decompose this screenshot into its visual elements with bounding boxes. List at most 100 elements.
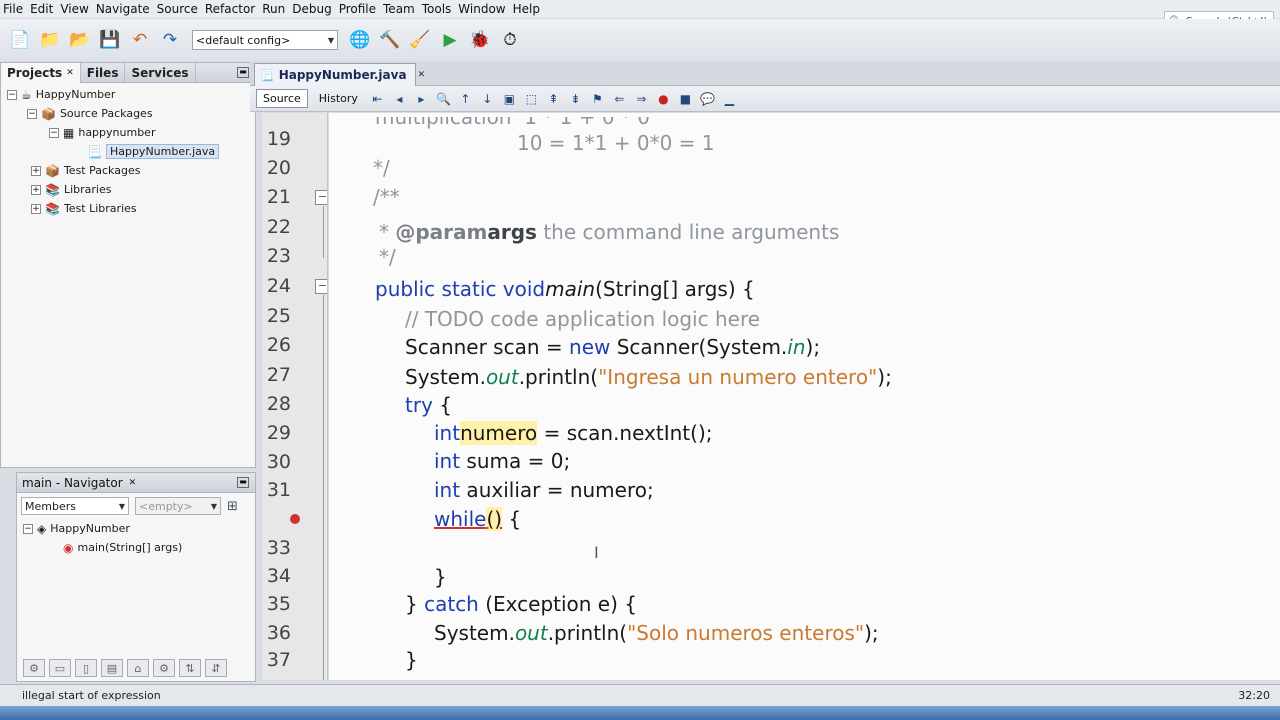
previous-bookmark-icon[interactable]: ⇞	[545, 90, 562, 107]
undo-icon[interactable]: ↶	[128, 28, 152, 52]
collapse-icon[interactable]: −	[7, 89, 17, 100]
java-file-icon: 📃	[87, 144, 102, 159]
tree-item[interactable]: − ☕ HappyNumber	[1, 85, 255, 104]
inherited-icon[interactable]: ▤	[101, 659, 123, 677]
close-icon[interactable]: ✕	[418, 70, 426, 80]
toggle-highlight-icon[interactable]: ▣	[501, 90, 518, 107]
menu-help[interactable]: Help	[510, 2, 543, 16]
menu-tools[interactable]: Tools	[419, 2, 455, 16]
menu-source[interactable]: Source	[154, 2, 201, 16]
find-icon[interactable]: 🔍	[435, 90, 452, 107]
fold-guide	[323, 206, 324, 258]
menu-refactor[interactable]: Refactor	[202, 2, 258, 16]
fold-toggle-icon[interactable]: −	[315, 279, 327, 294]
filter-select[interactable]: <empty> ▼	[135, 497, 221, 515]
close-icon[interactable]: ✕	[129, 478, 137, 488]
shift-right-icon[interactable]: ⇒	[633, 90, 650, 107]
editor-tab-happynumber[interactable]: 📃 HappyNumber.java ✕	[254, 63, 425, 86]
navigator-item[interactable]: ◉ main(String[] args)	[17, 538, 255, 557]
tree-item[interactable]: + 📚 Test Libraries	[1, 199, 255, 218]
globe-icon[interactable]: 🌐	[348, 28, 372, 52]
clean-build-icon[interactable]: 🧹	[408, 28, 432, 52]
os-taskbar	[0, 706, 1280, 720]
settings-icon[interactable]: ⚙	[153, 659, 175, 677]
line-number: 19	[266, 128, 291, 150]
fqn-icon[interactable]: ⌂	[127, 659, 149, 677]
line-number: 26	[266, 334, 291, 356]
menu-navigate[interactable]: Navigate	[93, 2, 153, 16]
sort-alpha-icon[interactable]: ⇵	[205, 659, 227, 677]
new-file-icon[interactable]: 📄	[8, 28, 32, 52]
menu-profile[interactable]: Profile	[336, 2, 379, 16]
source-button[interactable]: Source	[256, 89, 308, 108]
minimize-icon[interactable]: ▬	[237, 67, 249, 78]
code-line: // TODO code application logic here	[405, 307, 761, 331]
uncomment-icon[interactable]: ▁	[721, 90, 738, 107]
tree-item[interactable]: − 📦 Source Packages	[1, 104, 255, 123]
package-folder-icon: 📦	[45, 163, 60, 178]
collapse-icon[interactable]: −	[27, 108, 37, 119]
history-button[interactable]: History	[313, 89, 364, 108]
find-next-icon[interactable]: ↓	[479, 90, 496, 107]
editor-tab-label: HappyNumber.java	[278, 68, 407, 82]
collapse-icon[interactable]: −	[23, 523, 33, 534]
build-hammer-icon[interactable]: 🔨	[378, 28, 402, 52]
line-number-gutter: 19 20 21 22 23 24 25 26 27 28 29 30 31 3…	[262, 113, 328, 680]
comment-icon[interactable]: 💬	[699, 90, 716, 107]
toggle-rect-select-icon[interactable]: ⬚	[523, 90, 540, 107]
expand-icon[interactable]: +	[31, 203, 41, 214]
line-number: 37	[266, 649, 291, 671]
save-all-icon[interactable]: 💾	[98, 28, 122, 52]
forward-icon[interactable]: ▸	[413, 90, 430, 107]
minimize-icon[interactable]: ▬	[237, 477, 249, 488]
last-edit-icon[interactable]: ⇤	[369, 90, 386, 107]
close-icon[interactable]: ✕	[66, 68, 74, 78]
new-project-icon[interactable]: 📁	[38, 28, 62, 52]
members-select[interactable]: Members ▼	[21, 497, 129, 515]
tab-projects[interactable]: Projects ✕	[1, 62, 81, 83]
collapse-icon[interactable]: −	[49, 127, 59, 138]
find-previous-icon[interactable]: ↑	[457, 90, 474, 107]
filter-options-icon[interactable]: ⊞	[227, 499, 238, 514]
record-macro-icon[interactable]: ●	[655, 90, 672, 107]
toggle-bookmark-icon[interactable]: ⚑	[589, 90, 606, 107]
tree-item[interactable]: 📃 HappyNumber.java	[1, 142, 255, 161]
debug-icon[interactable]: 🐞	[468, 28, 492, 52]
back-icon[interactable]: ◂	[391, 90, 408, 107]
selected-file-label: HappyNumber.java	[105, 144, 220, 159]
menu-team[interactable]: Team	[380, 2, 418, 16]
sort-icon[interactable]: ⇅	[179, 659, 201, 677]
filter-icon[interactable]: ⚙	[23, 659, 45, 677]
profile-icon[interactable]: ⏱	[498, 28, 522, 52]
tab-files[interactable]: Files	[81, 62, 126, 83]
error-icon[interactable]	[290, 514, 300, 524]
expand-icon[interactable]: +	[31, 184, 41, 195]
next-bookmark-icon[interactable]: ⇟	[567, 90, 584, 107]
tree-item[interactable]: + 📚 Libraries	[1, 180, 255, 199]
menu-edit[interactable]: Edit	[27, 2, 56, 16]
redo-icon[interactable]: ↷	[158, 28, 182, 52]
menu-window[interactable]: Window	[455, 2, 508, 16]
code-editor[interactable]: multiplication 1 * 1 + 0 * 0 10 = 1*1 + …	[329, 113, 1280, 680]
code-line: System. out .println("Ingresa un numero en…	[405, 365, 892, 389]
menu-run[interactable]: Run	[259, 2, 288, 16]
tree-item[interactable]: + 📦 Test Packages	[1, 161, 255, 180]
fields-icon[interactable]: ▭	[49, 659, 71, 677]
navigator-header: main - Navigator ✕ ▬	[17, 473, 255, 493]
navigator-item[interactable]: − ◈ HappyNumber	[17, 519, 255, 538]
line-number: 29	[266, 422, 291, 444]
menu-view[interactable]: View	[57, 2, 91, 16]
open-project-icon[interactable]: 📂	[68, 28, 92, 52]
static-icon[interactable]: ▯	[75, 659, 97, 677]
expand-icon[interactable]: +	[31, 165, 41, 176]
config-select[interactable]: <default config> ▼	[192, 30, 338, 50]
run-icon[interactable]: ▶	[438, 28, 462, 52]
tab-services[interactable]: Services	[125, 62, 196, 83]
line-number: 33	[266, 537, 291, 559]
menu-debug[interactable]: Debug	[289, 2, 334, 16]
tree-item[interactable]: − ▦ happynumber	[1, 123, 255, 142]
menu-file[interactable]: File	[0, 2, 26, 16]
shift-left-icon[interactable]: ⇐	[611, 90, 628, 107]
fold-toggle-icon[interactable]: −	[315, 190, 327, 205]
stop-macro-icon[interactable]: ■	[677, 90, 694, 107]
